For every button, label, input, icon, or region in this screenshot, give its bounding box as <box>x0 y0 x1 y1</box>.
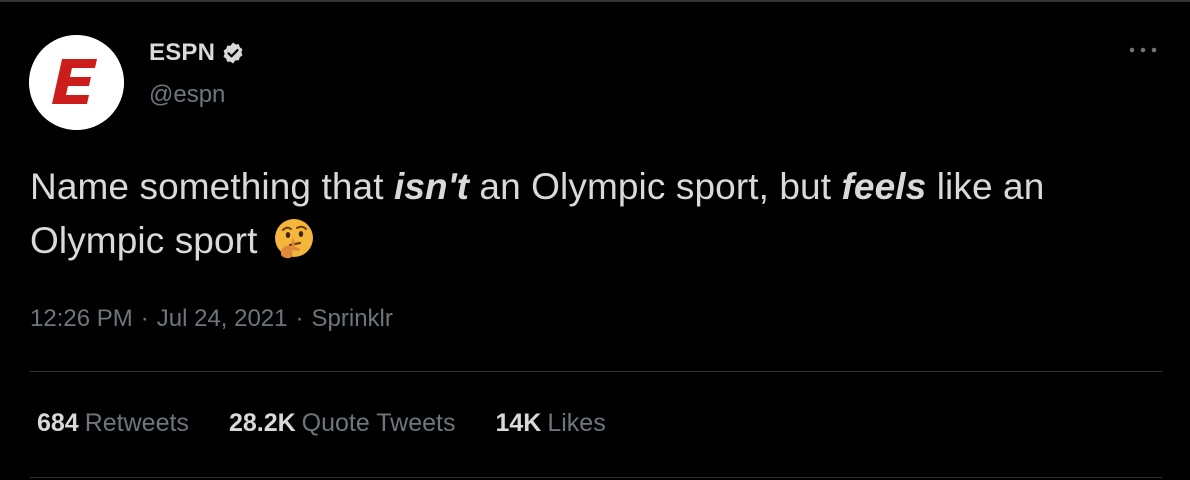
verified-badge-icon <box>221 41 245 65</box>
tweet-text-part: an Olympic sport, but <box>469 166 842 207</box>
quote-tweets-label: Quote Tweets <box>301 409 456 437</box>
tweet-source-link[interactable]: Sprinklr <box>312 305 393 333</box>
more-options-button[interactable] <box>1125 40 1161 60</box>
tweet-date[interactable]: Jul 24, 2021 <box>157 305 288 333</box>
espn-logo-icon <box>29 35 124 130</box>
separator-dot: · <box>140 305 149 332</box>
retweets-count: 684 <box>37 409 79 437</box>
likes-stat[interactable]: 14K Likes <box>495 409 605 438</box>
retweets-label: Retweets <box>84 409 189 437</box>
divider <box>30 477 1162 478</box>
tweet-text-emphasis: isn't <box>393 166 470 207</box>
author-name-row: ESPN <box>149 37 245 69</box>
separator-dot: · <box>295 305 304 332</box>
more-icon <box>1129 47 1157 53</box>
divider <box>30 371 1162 372</box>
tweet-metadata: 12:26 PM · Jul 24, 2021 · Sprinklr <box>30 305 393 333</box>
author-handle[interactable]: @espn <box>149 81 225 109</box>
quote-tweets-stat[interactable]: 28.2K Quote Tweets <box>229 409 456 438</box>
tweet-text-part: Name something that <box>30 166 394 207</box>
likes-label: Likes <box>547 409 606 437</box>
tweet-stats: 684 Retweets 28.2K Quote Tweets 14K Likes <box>37 409 646 438</box>
quote-tweets-count: 28.2K <box>228 409 296 437</box>
display-name[interactable]: ESPN <box>149 39 215 67</box>
thinking-face-icon <box>272 217 316 261</box>
avatar[interactable] <box>29 35 124 130</box>
likes-count: 14K <box>495 409 542 437</box>
tweet-card: ESPN @espn Name something that isn't an … <box>0 0 1190 480</box>
tweet-text-emphasis: feels <box>841 166 927 207</box>
tweet-time[interactable]: 12:26 PM <box>30 305 133 333</box>
retweets-stat[interactable]: 684 Retweets <box>37 409 189 438</box>
tweet-text: Name something that isn't an Olympic spo… <box>30 160 1170 268</box>
